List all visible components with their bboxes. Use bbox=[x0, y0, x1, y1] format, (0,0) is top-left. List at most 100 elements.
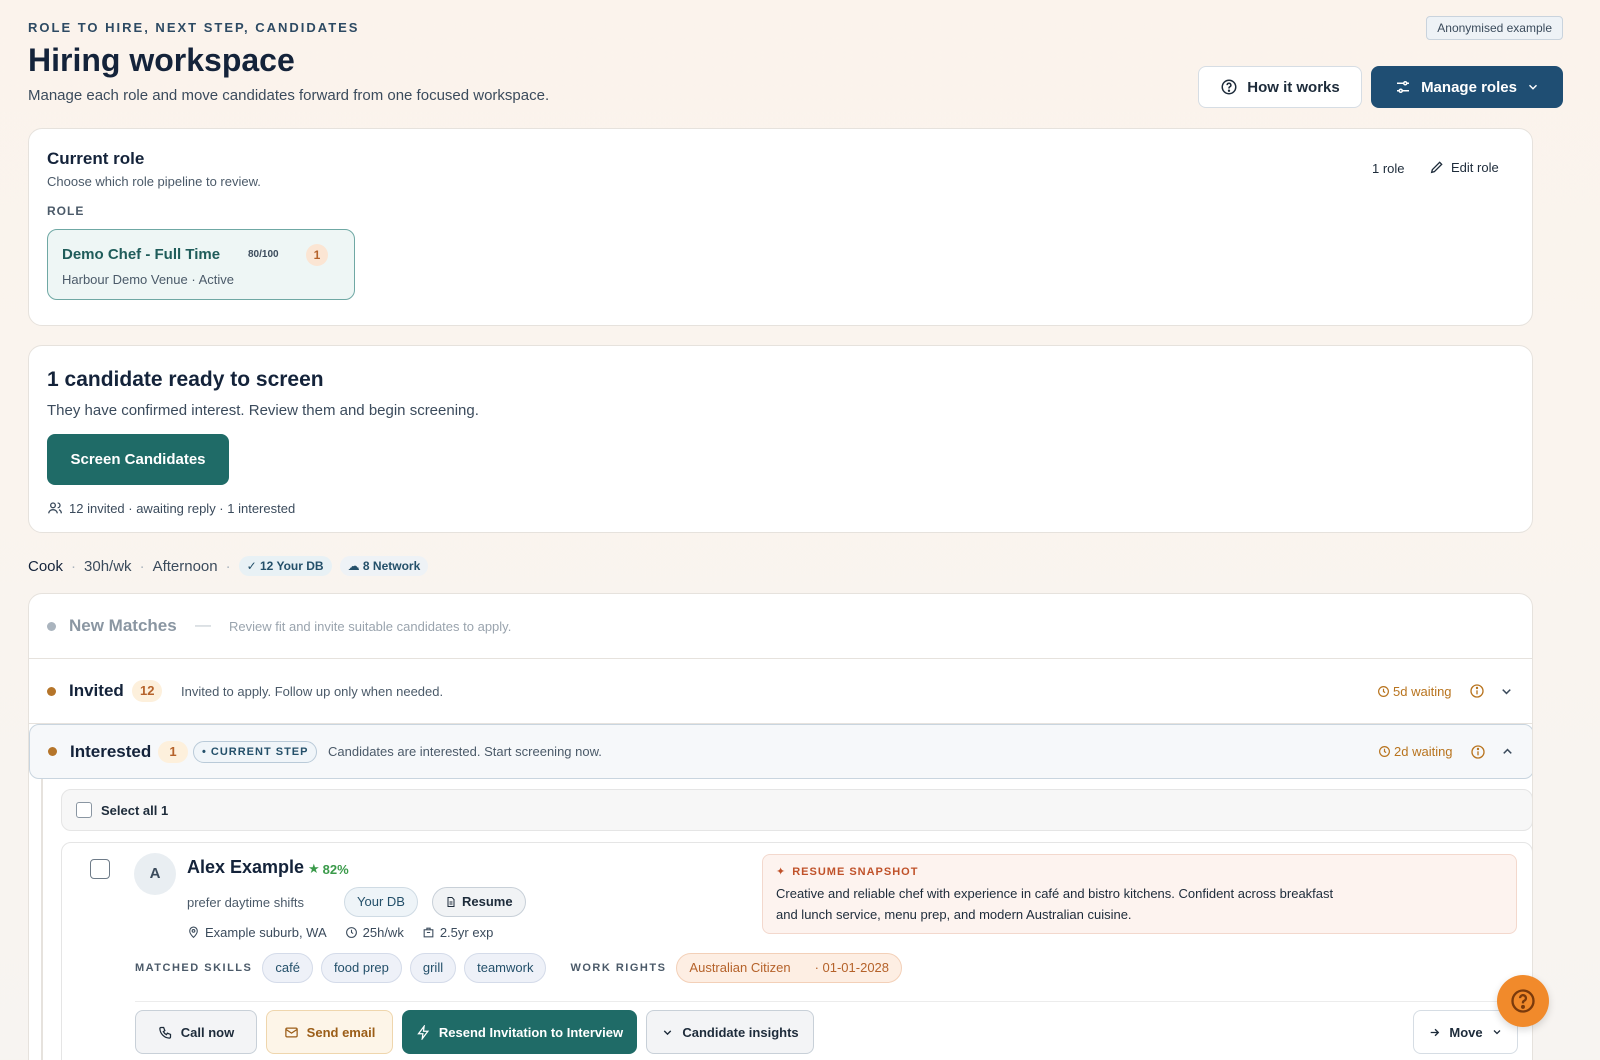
chevron-down-icon[interactable] bbox=[1499, 684, 1514, 699]
stage-interested[interactable]: Interested 1 • CURRENT STEP Candidates a… bbox=[29, 724, 1532, 779]
help-fab-button[interactable] bbox=[1497, 975, 1549, 1027]
users-icon bbox=[48, 502, 62, 514]
how-it-works-label: How it works bbox=[1247, 78, 1340, 96]
location-text: Example suburb, WA bbox=[205, 925, 327, 940]
resend-invitation-label: Resend Invitation to Interview bbox=[438, 1024, 624, 1040]
page-title: Hiring workspace bbox=[28, 42, 295, 78]
stage-dot bbox=[47, 622, 56, 631]
network-chip: ☁ 8 Network bbox=[339, 556, 429, 576]
candidate-insights-button[interactable]: Candidate insights bbox=[646, 1010, 814, 1054]
candidate-insights-label: Candidate insights bbox=[682, 1024, 799, 1040]
invite-stats-text: 12 invited · awaiting reply · 1 interest… bbox=[69, 500, 296, 516]
interested-candidates: Select all 1 A Alex Example ★ 82% prefer… bbox=[41, 779, 1532, 1060]
how-it-works-button[interactable]: How it works bbox=[1198, 66, 1362, 108]
phone-icon bbox=[159, 1026, 171, 1039]
candidate-name[interactable]: Alex Example bbox=[187, 857, 304, 878]
help-circle-icon bbox=[1511, 989, 1535, 1013]
select-all-label: Select all 1 bbox=[101, 802, 169, 818]
map-pin-icon bbox=[189, 926, 198, 939]
candidate-note: prefer daytime shifts bbox=[187, 895, 305, 910]
resume-button[interactable]: Resume bbox=[432, 887, 526, 917]
manage-roles-label: Manage roles bbox=[1421, 78, 1517, 96]
call-now-label: Call now bbox=[180, 1024, 235, 1040]
select-all-row[interactable]: Select all 1 bbox=[61, 789, 1532, 831]
current-role-heading: Current role bbox=[47, 149, 145, 168]
experience-text: 2.5yr exp bbox=[439, 925, 494, 940]
work-rights-label: WORK RIGHTS bbox=[570, 962, 667, 974]
hours-text: 25h/wk bbox=[362, 925, 404, 940]
resend-invitation-button[interactable]: Resend Invitation to Interview bbox=[402, 1010, 637, 1054]
candidate-pipeline: New Matches — Review fit and invite suit… bbox=[28, 593, 1533, 1060]
stage-new-matches[interactable]: New Matches — Review fit and invite suit… bbox=[29, 594, 1532, 659]
current-step-badge: • CURRENT STEP bbox=[193, 740, 318, 763]
building-icon bbox=[423, 927, 434, 938]
arrow-right-icon bbox=[1431, 1028, 1440, 1036]
stage-invited[interactable]: Invited 12 Invited to apply. Follow up o… bbox=[29, 659, 1532, 724]
meta-separator: · bbox=[71, 557, 77, 575]
resume-snapshot: ✦ RESUME SNAPSHOT Creative and reliable … bbox=[762, 854, 1517, 934]
document-icon bbox=[447, 897, 455, 907]
avatar: A bbox=[134, 853, 176, 895]
info-icon[interactable] bbox=[1470, 744, 1486, 760]
current-role-description: Choose which role pipeline to review. bbox=[47, 174, 261, 189]
clock-icon bbox=[1378, 685, 1389, 697]
your-db-chip: ✓ 12 Your DB bbox=[238, 556, 332, 576]
resume-snapshot-text: Creative and reliable chef with experien… bbox=[776, 886, 1334, 922]
matched-skills-label: MATCHED SKILLS bbox=[135, 962, 253, 974]
screen-candidates-button[interactable]: Screen Candidates bbox=[47, 434, 229, 485]
role-meta-row: Cook · 30h/wk · Afternoon · ✓ 12 Your DB… bbox=[28, 556, 429, 576]
eyebrow: ROLE TO HIRE, NEXT STEP, CANDIDATES bbox=[28, 20, 360, 35]
candidate-checkbox[interactable] bbox=[90, 859, 110, 879]
meta-separator: · bbox=[139, 557, 145, 575]
screen-heading: 1 candidate ready to screen bbox=[47, 368, 324, 391]
stage-name: Interested bbox=[70, 741, 152, 761]
chevron-up-icon[interactable] bbox=[1500, 744, 1515, 759]
meta-shift: Afternoon bbox=[152, 557, 218, 575]
current-role-card: Current role Choose which role pipeline … bbox=[28, 128, 1533, 326]
meta-job: Cook bbox=[28, 557, 64, 575]
screen-candidates-card: 1 candidate ready to screen They have co… bbox=[28, 345, 1533, 533]
stage-dash: — bbox=[195, 617, 211, 634]
stage-count: 1 bbox=[158, 740, 188, 763]
stage-description: Candidates are interested. Start screeni… bbox=[328, 744, 602, 759]
role-venue: Harbour Demo Venue · Active bbox=[62, 272, 234, 287]
waiting-indicator: 5d waiting bbox=[1377, 684, 1452, 699]
candidate-facts: Example suburb, WA 25h/wk 2.5yr exp bbox=[187, 925, 493, 940]
role-score: 80/100 bbox=[248, 249, 279, 260]
work-rights-expiry: · 01-01-2028 bbox=[814, 960, 890, 975]
match-score: ★ 82% bbox=[308, 861, 349, 877]
work-rights-status: Australian Citizen bbox=[689, 960, 791, 975]
role-count: 1 role bbox=[1372, 161, 1405, 176]
resume-label: Resume bbox=[462, 894, 513, 909]
lightning-icon bbox=[417, 1024, 430, 1040]
role-selector-demo-chef[interactable]: Demo Chef - Full Time 80/100 1 Harbour D… bbox=[47, 229, 355, 300]
info-icon[interactable] bbox=[1469, 683, 1485, 699]
edit-role-button[interactable]: Edit role bbox=[1429, 159, 1499, 175]
screen-description: They have confirmed interest. Review the… bbox=[47, 402, 479, 419]
stage-description: Invited to apply. Follow up only when ne… bbox=[181, 683, 444, 699]
clock-icon bbox=[345, 927, 357, 938]
source-tag: Your DB bbox=[344, 887, 418, 917]
skill-tag: grill bbox=[409, 953, 457, 983]
clock-icon bbox=[1379, 746, 1390, 757]
stage-count: 12 bbox=[132, 680, 163, 702]
meta-hours: 30h/wk bbox=[84, 557, 132, 575]
experience-fact: 2.5yr exp bbox=[422, 925, 493, 940]
role-title: Demo Chef - Full Time bbox=[62, 246, 221, 263]
select-all-checkbox[interactable] bbox=[76, 802, 92, 818]
manage-roles-button[interactable]: Manage roles bbox=[1371, 66, 1563, 108]
send-email-button[interactable]: Send email bbox=[266, 1010, 393, 1054]
send-email-label: Send email bbox=[306, 1024, 376, 1040]
stage-dot bbox=[48, 747, 57, 756]
cloud-icon: ☁ bbox=[347, 559, 360, 573]
role-label: ROLE bbox=[47, 204, 85, 218]
chevron-down-icon bbox=[1493, 1030, 1501, 1035]
call-now-button[interactable]: Call now bbox=[135, 1010, 257, 1054]
chevron-down-icon bbox=[664, 1029, 672, 1035]
invite-stats: 12 invited · awaiting reply · 1 interest… bbox=[47, 500, 295, 516]
hours-fact: 25h/wk bbox=[345, 925, 404, 940]
skills-row: MATCHED SKILLS café food prep grill team… bbox=[135, 953, 903, 983]
skill-tag: café bbox=[262, 953, 313, 983]
move-label: Move bbox=[1449, 1024, 1483, 1040]
work-rights-tag: Australian Citizen · 01-01-2028 bbox=[676, 953, 903, 983]
